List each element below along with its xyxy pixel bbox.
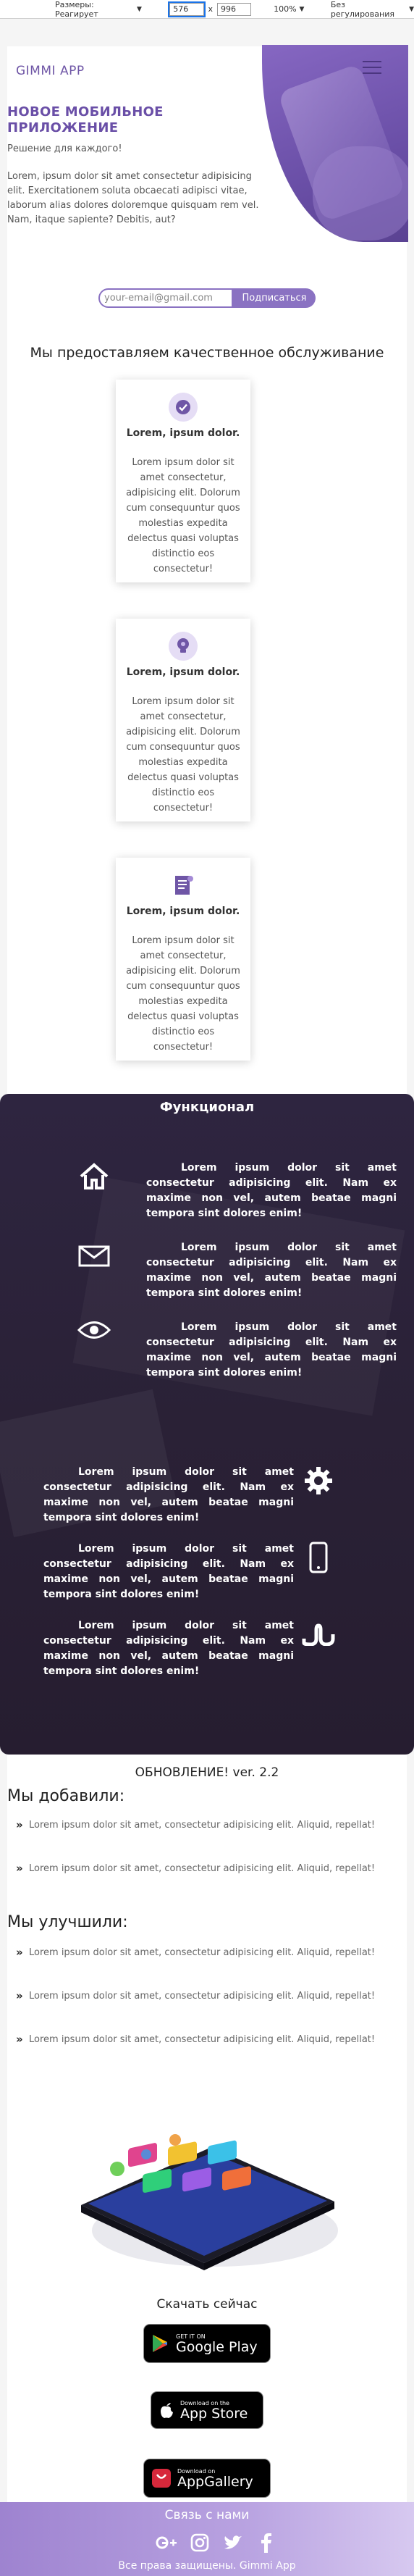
subscribe-form: your-email@gmail.com Подписаться (98, 288, 316, 308)
hero-title: НОВОЕ МОБИЛЬНОЕ ПРИЛОЖЕНИЕ (7, 104, 164, 135)
huawei-icon (152, 2469, 171, 2488)
card-title: Lorem, ipsum dolor. (126, 666, 240, 678)
card-title: Lorem, ipsum dolor. (126, 906, 240, 917)
facebook-icon[interactable] (255, 2531, 278, 2554)
list-item: Lorem ipsum dolor sit amet, consectetur … (29, 2034, 376, 2045)
caret-down-icon: ▼ (409, 5, 414, 13)
double-chevron-icon: » (16, 2033, 23, 2046)
subscribe-button[interactable]: Подписаться (233, 288, 316, 308)
double-chevron-icon: » (16, 1989, 23, 2002)
hero-text: Lorem, ipsum dolor sit amet consectetur … (7, 171, 259, 225)
twitter-icon[interactable] (221, 2531, 245, 2554)
stumbleupon-icon (300, 1618, 337, 1650)
card-text: Lorem ipsum dolor sit amet consectetur, … (126, 696, 240, 814)
zoom-dropdown[interactable]: 100% ▼ (274, 4, 304, 14)
google-play-icon (153, 2335, 167, 2352)
phone-illustration (81, 2134, 338, 2270)
feature-text: Lorem ipsum dolor sit amet consectetur a… (43, 1466, 294, 1523)
responsive-dropdown[interactable]: Размеры: Реагирует ▼ (55, 0, 142, 19)
appgallery-button[interactable]: Download on AppGallery (143, 2459, 271, 2498)
size-label: Размеры: Реагирует (55, 0, 98, 19)
service-card: Lorem, ipsum dolor. Lorem ipsum dolor si… (116, 858, 250, 1061)
copyright: Все права защищены. Gimmi App (118, 2560, 296, 2572)
caret-down-icon: ▼ (137, 5, 142, 13)
envelope-icon (76, 1240, 112, 1272)
features-section: Функционал Lorem ipsum dolor sit amet co… (0, 1094, 414, 1755)
throttle-dropdown[interactable]: Без регулирования ▼ (331, 0, 414, 19)
checkmark-icon (169, 393, 198, 422)
gear-icon (300, 1465, 337, 1497)
lightbulb-icon (169, 632, 198, 661)
feature-text: Lorem ipsum dolor sit amet consectetur a… (146, 1321, 397, 1379)
google-play-button[interactable]: GET IT ON Google Play (143, 2324, 271, 2363)
google-plus-icon[interactable] (155, 2531, 178, 2554)
width-input[interactable]: 576 (168, 1, 206, 17)
hero-image (262, 45, 408, 242)
services-title: Мы предоставляем качественное обслуживан… (30, 345, 384, 361)
times-label: x (208, 4, 214, 14)
store-big-label: Google Play (176, 2338, 258, 2355)
app-store-button[interactable]: Download on the App Store (151, 2391, 263, 2429)
apple-icon (161, 2403, 173, 2418)
card-text: Lorem ipsum dolor sit amet consectetur, … (126, 457, 240, 574)
social-links (155, 2531, 278, 2554)
card-title: Lorem, ipsum dolor. (126, 427, 240, 439)
feature-text: Lorem ipsum dolor sit amet consectetur a… (146, 1242, 397, 1299)
feature-text: Lorem ipsum dolor sit amet consectetur a… (43, 1543, 294, 1600)
improved-heading: Мы улучшили: (7, 1913, 128, 1931)
instagram-icon[interactable] (188, 2531, 211, 2554)
zoom-label: 100% (274, 4, 297, 14)
hero-subtitle: Решение для каждого! (7, 143, 122, 154)
feature-text: Lorem ipsum dolor sit amet consectetur a… (146, 1162, 397, 1219)
throttle-label: Без регулирования (330, 0, 394, 19)
eye-icon (76, 1314, 112, 1346)
double-chevron-icon: » (16, 1862, 23, 1875)
added-heading: Мы добавили: (7, 1787, 125, 1805)
device-toolbar: Размеры: Реагирует ▼ 576 x 996 100% ▼ Бе… (0, 0, 414, 19)
footer: Связь с нами Все права защищены. Gimmi A… (0, 2502, 414, 2576)
brand-logo[interactable]: GIMMI APP (16, 64, 85, 78)
list-item: Lorem ipsum dolor sit amet, consectetur … (29, 1947, 376, 1958)
double-chevron-icon: » (16, 1946, 23, 1959)
store-big-label: AppGallery (177, 2473, 253, 2490)
mobile-icon (300, 1542, 337, 1573)
email-input[interactable]: your-email@gmail.com (98, 288, 233, 308)
update-title: ОБНОВЛЕНИЕ! ver. 2.2 (135, 1765, 279, 1780)
list-item: Lorem ipsum dolor sit amet, consectetur … (29, 1820, 376, 1831)
height-input[interactable]: 996 (217, 2, 252, 16)
feature-text: Lorem ipsum dolor sit amet consectetur a… (43, 1620, 294, 1677)
double-chevron-icon: » (16, 1818, 23, 1831)
caret-down-icon: ▼ (299, 5, 305, 13)
page: GIMMI APP НОВОЕ МОБИЛЬНОЕ ПРИЛОЖЕНИЕ Реш… (0, 45, 414, 2576)
home-icon (76, 1161, 112, 1192)
service-card: Lorem, ipsum dolor. Lorem ipsum dolor si… (116, 380, 250, 582)
card-text: Lorem ipsum dolor sit amet consectetur, … (126, 935, 240, 1053)
store-big-label: App Store (180, 2405, 248, 2422)
hamburger-menu-icon[interactable] (363, 61, 381, 77)
document-icon (169, 871, 198, 900)
list-item: Lorem ipsum dolor sit amet, consectetur … (29, 1863, 376, 1874)
hand-photo (313, 146, 408, 241)
footer-title: Связь с нами (164, 2508, 250, 2522)
service-card: Lorem, ipsum dolor. Lorem ipsum dolor si… (116, 619, 250, 821)
list-item: Lorem ipsum dolor sit amet, consectetur … (29, 1991, 376, 2002)
download-title: Скачать сейчас (156, 2297, 258, 2312)
features-title: Функционал (159, 1100, 255, 1115)
